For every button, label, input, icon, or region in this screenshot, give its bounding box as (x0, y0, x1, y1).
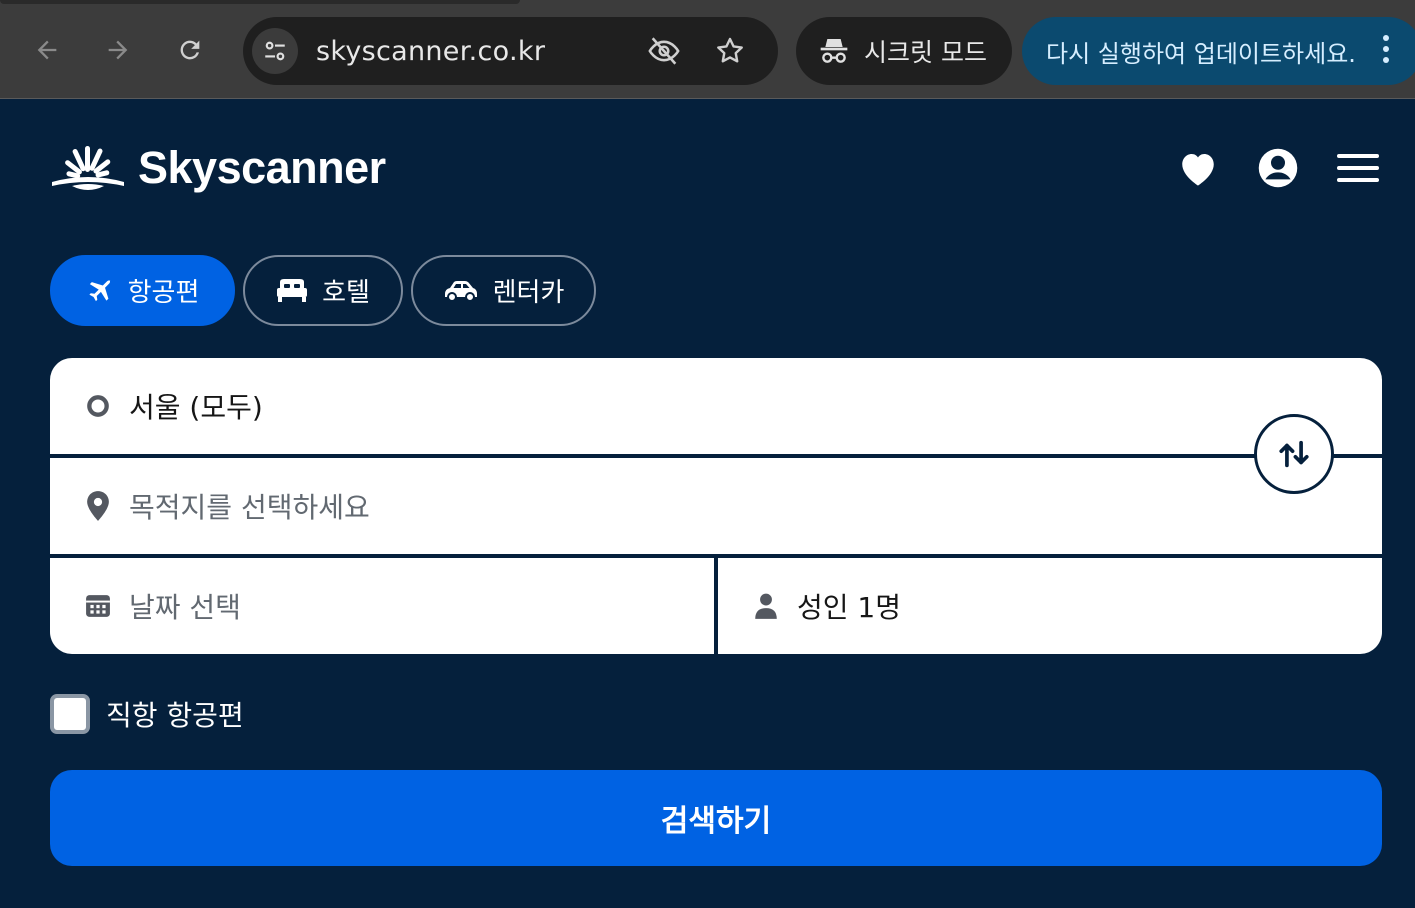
back-button[interactable] (27, 30, 67, 70)
reload-button[interactable] (170, 30, 210, 70)
swap-locations-button[interactable] (1254, 414, 1334, 494)
update-label: 다시 실행하여 업데이트하세요. (1046, 39, 1356, 68)
origin-field[interactable]: 서울 (모두) (50, 358, 1382, 454)
location-pin-icon (83, 491, 113, 521)
tab-hotels[interactable]: 호텔 (243, 255, 403, 326)
bookmark-button[interactable] (713, 34, 747, 68)
url-text[interactable]: skyscanner.co.kr (316, 36, 545, 67)
site-info-button[interactable] (252, 28, 298, 74)
plane-icon (88, 279, 111, 301)
car-icon (444, 280, 477, 302)
origin-value: 서울 (모두) (129, 391, 263, 424)
kebab-menu-icon[interactable] (1380, 35, 1392, 69)
browser-toolbar: skyscanner.co.kr 시크릿 모드 다시 실행하여 업데이트하세요. (0, 0, 1415, 99)
skyscanner-logo[interactable]: Skyscanner (50, 140, 386, 200)
update-chip[interactable]: 다시 실행하여 업데이트하세요. (1022, 17, 1415, 85)
incognito-indicator[interactable]: 시크릿 모드 (796, 17, 1012, 85)
account-icon (1258, 148, 1298, 188)
origin-circle-icon (83, 391, 113, 421)
bed-icon (277, 278, 308, 302)
account-button[interactable] (1256, 146, 1300, 190)
direct-flights-option[interactable]: 직항 항공편 (50, 694, 244, 734)
tab-hotels-label: 호텔 (322, 278, 370, 308)
tab-flights-label: 항공편 (127, 278, 200, 308)
date-placeholder: 날짜 선택 (129, 591, 241, 624)
incognito-icon (820, 39, 848, 63)
forward-button[interactable] (98, 30, 138, 70)
search-button[interactable]: 검색하기 (50, 770, 1382, 866)
travellers-field[interactable]: 성인 1명 (718, 558, 1382, 654)
saved-button[interactable] (1176, 146, 1220, 190)
incognito-label: 시크릿 모드 (864, 38, 987, 67)
person-icon (751, 591, 781, 621)
tracking-protection-button[interactable] (647, 34, 681, 68)
swap-arrows-icon (1279, 440, 1309, 468)
tab-car-hire-label: 렌터카 (492, 278, 565, 308)
destination-field[interactable]: 목적지를 선택하세요 (50, 458, 1382, 554)
destination-placeholder: 목적지를 선택하세요 (129, 491, 370, 524)
direct-flights-label: 직항 항공편 (106, 699, 244, 732)
direct-flights-checkbox[interactable] (50, 694, 90, 734)
tune-icon (265, 41, 285, 61)
eye-off-icon (648, 37, 680, 65)
reload-icon (180, 40, 200, 60)
tab-flights[interactable]: 항공편 (50, 255, 235, 326)
tab-strip-edge (0, 0, 520, 4)
heart-icon (1182, 154, 1214, 186)
tab-car-hire[interactable]: 렌터카 (411, 255, 596, 326)
star-icon (717, 37, 743, 63)
sunrise-logo-icon (52, 146, 124, 190)
menu-button[interactable] (1336, 146, 1380, 190)
search-form: 서울 (모두) 목적지를 선택하세요 날짜 선택 성인 1명 (50, 358, 1382, 654)
address-bar[interactable]: skyscanner.co.kr (243, 17, 778, 85)
travellers-value: 성인 1명 (797, 591, 901, 624)
arrow-right-icon (108, 40, 128, 60)
date-field[interactable]: 날짜 선택 (50, 558, 714, 654)
hamburger-menu-icon (1337, 154, 1379, 182)
calendar-icon (83, 591, 113, 621)
arrow-left-icon (37, 40, 57, 60)
logo-wordmark: Skyscanner (138, 142, 386, 193)
